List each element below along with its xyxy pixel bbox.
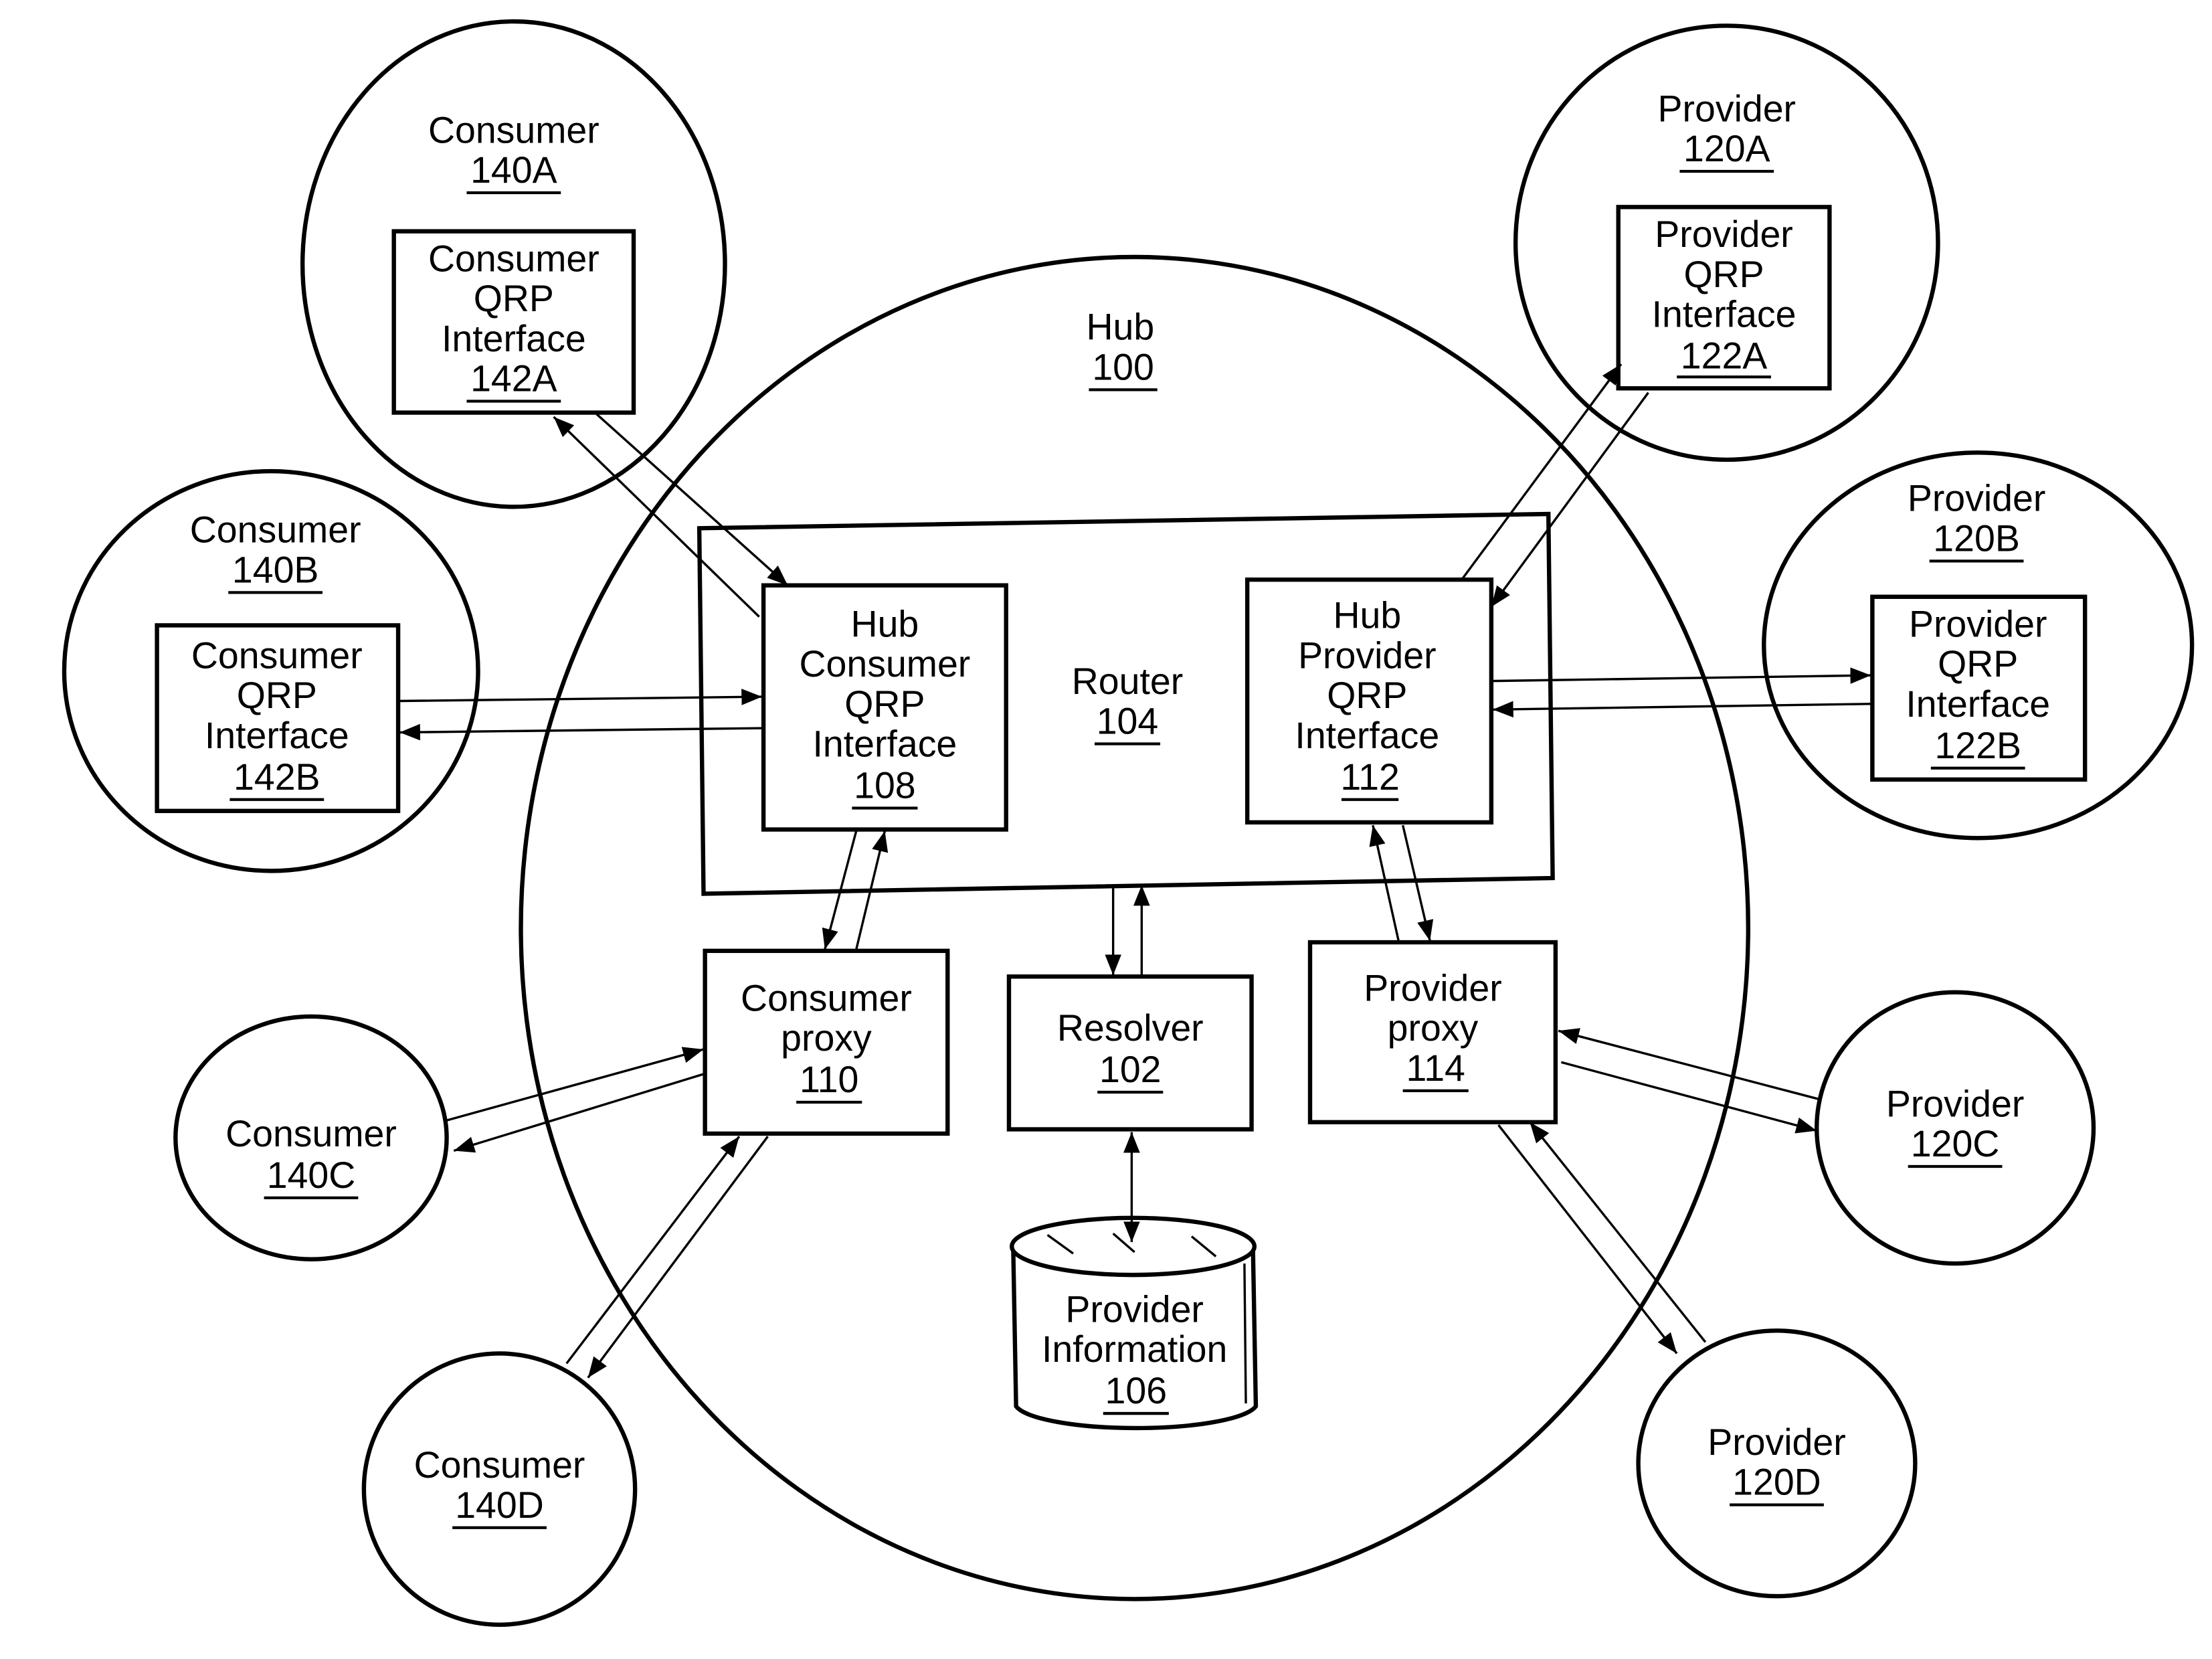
provider-proxy-ref: 114 [1406,1047,1465,1089]
iface-142B-line1: Consumer [191,634,363,676]
consumer-140D-title: Consumer [414,1444,585,1486]
db-line2: Information [1042,1328,1227,1370]
consumer-140D: Consumer 140D [361,1351,638,1627]
db-top [1010,1215,1257,1278]
provider-proxy-line1: Provider [1364,968,1501,1009]
consumer-140B-ref: 140B [232,549,319,590]
hpqi-line4: Interface [1295,715,1439,756]
resolver-title: Resolver [1057,1007,1204,1049]
provider-120C-ref: 120C [1911,1123,2000,1164]
iface-122B-line2: QRP [1938,643,2018,685]
hpqi-line3: QRP [1327,675,1407,716]
iface-142B-line2: QRP [237,675,317,716]
consumer-140C-title: Consumer [225,1113,397,1154]
provider-120C-title: Provider [1886,1083,2024,1124]
hcqi-line2: Consumer [800,643,971,685]
provider-proxy-line2: proxy [1388,1007,1479,1049]
provider-120B: Provider 120B Provider QRP Interface 122… [1762,450,2195,841]
hpqi-line2: Provider [1298,634,1436,676]
provider-120D: Provider 120D [1636,1328,1918,1599]
iface-122B-line3: Interface [1906,683,2050,725]
consumer-140C-ref: 140C [267,1154,356,1196]
resolver-ref: 102 [1099,1049,1162,1090]
consumer-140A-title: Consumer [428,109,600,151]
iface-142B-ref: 142B [234,756,320,798]
provider-proxy: Provider proxy 114 [1307,940,1558,1125]
consumer-140B-title: Consumer [190,509,361,551]
hcqi-line1: Hub [851,603,919,644]
db-line1: Provider [1065,1289,1203,1330]
consumer-proxy-ref: 110 [800,1059,858,1100]
provider-120C: Provider 120C [1814,990,2096,1266]
iface-122A-line1: Provider [1655,213,1792,255]
consumer-140C: Consumer 140C [173,1014,449,1261]
router-ref: 104 [1097,701,1159,742]
iface-122A-line3: Interface [1652,294,1796,335]
iface-122A-ref: 122A [1681,335,1768,376]
consumer-proxy-line1: Consumer [741,977,912,1019]
provider-120B-ref: 120B [1933,517,2020,559]
iface-122A-line2: QRP [1683,254,1764,295]
provider-120B-title: Provider [1908,478,2045,519]
db-ref: 106 [1105,1370,1168,1411]
iface-142A-ref: 142A [470,358,557,400]
hpqi-line1: Hub [1333,595,1401,636]
hub-provider-qrp-interface: Hub Provider QRP Interface 112 [1245,577,1494,825]
hcqi-ref: 108 [854,765,916,806]
iface-142A-line2: QRP [474,278,554,319]
iface-142A-line1: Consumer [428,238,600,279]
consumer-140A: Consumer 140A Consumer QRP Interface 142… [300,19,727,509]
provider-120A: Provider 120A Provider QRP Interface 122… [1513,23,1940,462]
provider-120A-ref: 120A [1683,128,1770,169]
consumer-140D-ref: 140D [455,1484,544,1526]
hub-architecture-diagram: Hub 100 Consumer 140A Consumer QRP Inter… [62,19,2195,1627]
provider-information-database: Provider Information 106 [1010,1215,1259,1431]
hcqi-line3: QRP [844,683,925,725]
iface-142B-line3: Interface [205,715,349,756]
hcqi-line4: Interface [813,723,957,765]
hub-title: Hub [1086,307,1154,348]
provider-120A-title: Provider [1658,88,1796,129]
hub-consumer-qrp-interface: Hub Consumer QRP Interface 108 [761,583,1008,832]
consumer-140B: Consumer 140B Consumer QRP Interface 142… [62,468,480,873]
router-title: Router [1072,661,1183,702]
iface-142A-line3: Interface [442,318,586,359]
consumer-proxy-line2: proxy [781,1017,872,1059]
hpqi-ref: 112 [1340,756,1399,798]
consumer-140A-ref: 140A [470,149,557,191]
resolver: Resolver 102 [1006,974,1254,1132]
provider-120D-title: Provider [1708,1421,1845,1463]
iface-122B-ref: 122B [1934,725,2021,766]
iface-122B-line1: Provider [1909,603,2047,644]
hub-ref: 100 [1092,346,1154,387]
provider-120D-ref: 120D [1732,1462,1821,1503]
consumer-proxy: Consumer proxy 110 [703,948,950,1136]
